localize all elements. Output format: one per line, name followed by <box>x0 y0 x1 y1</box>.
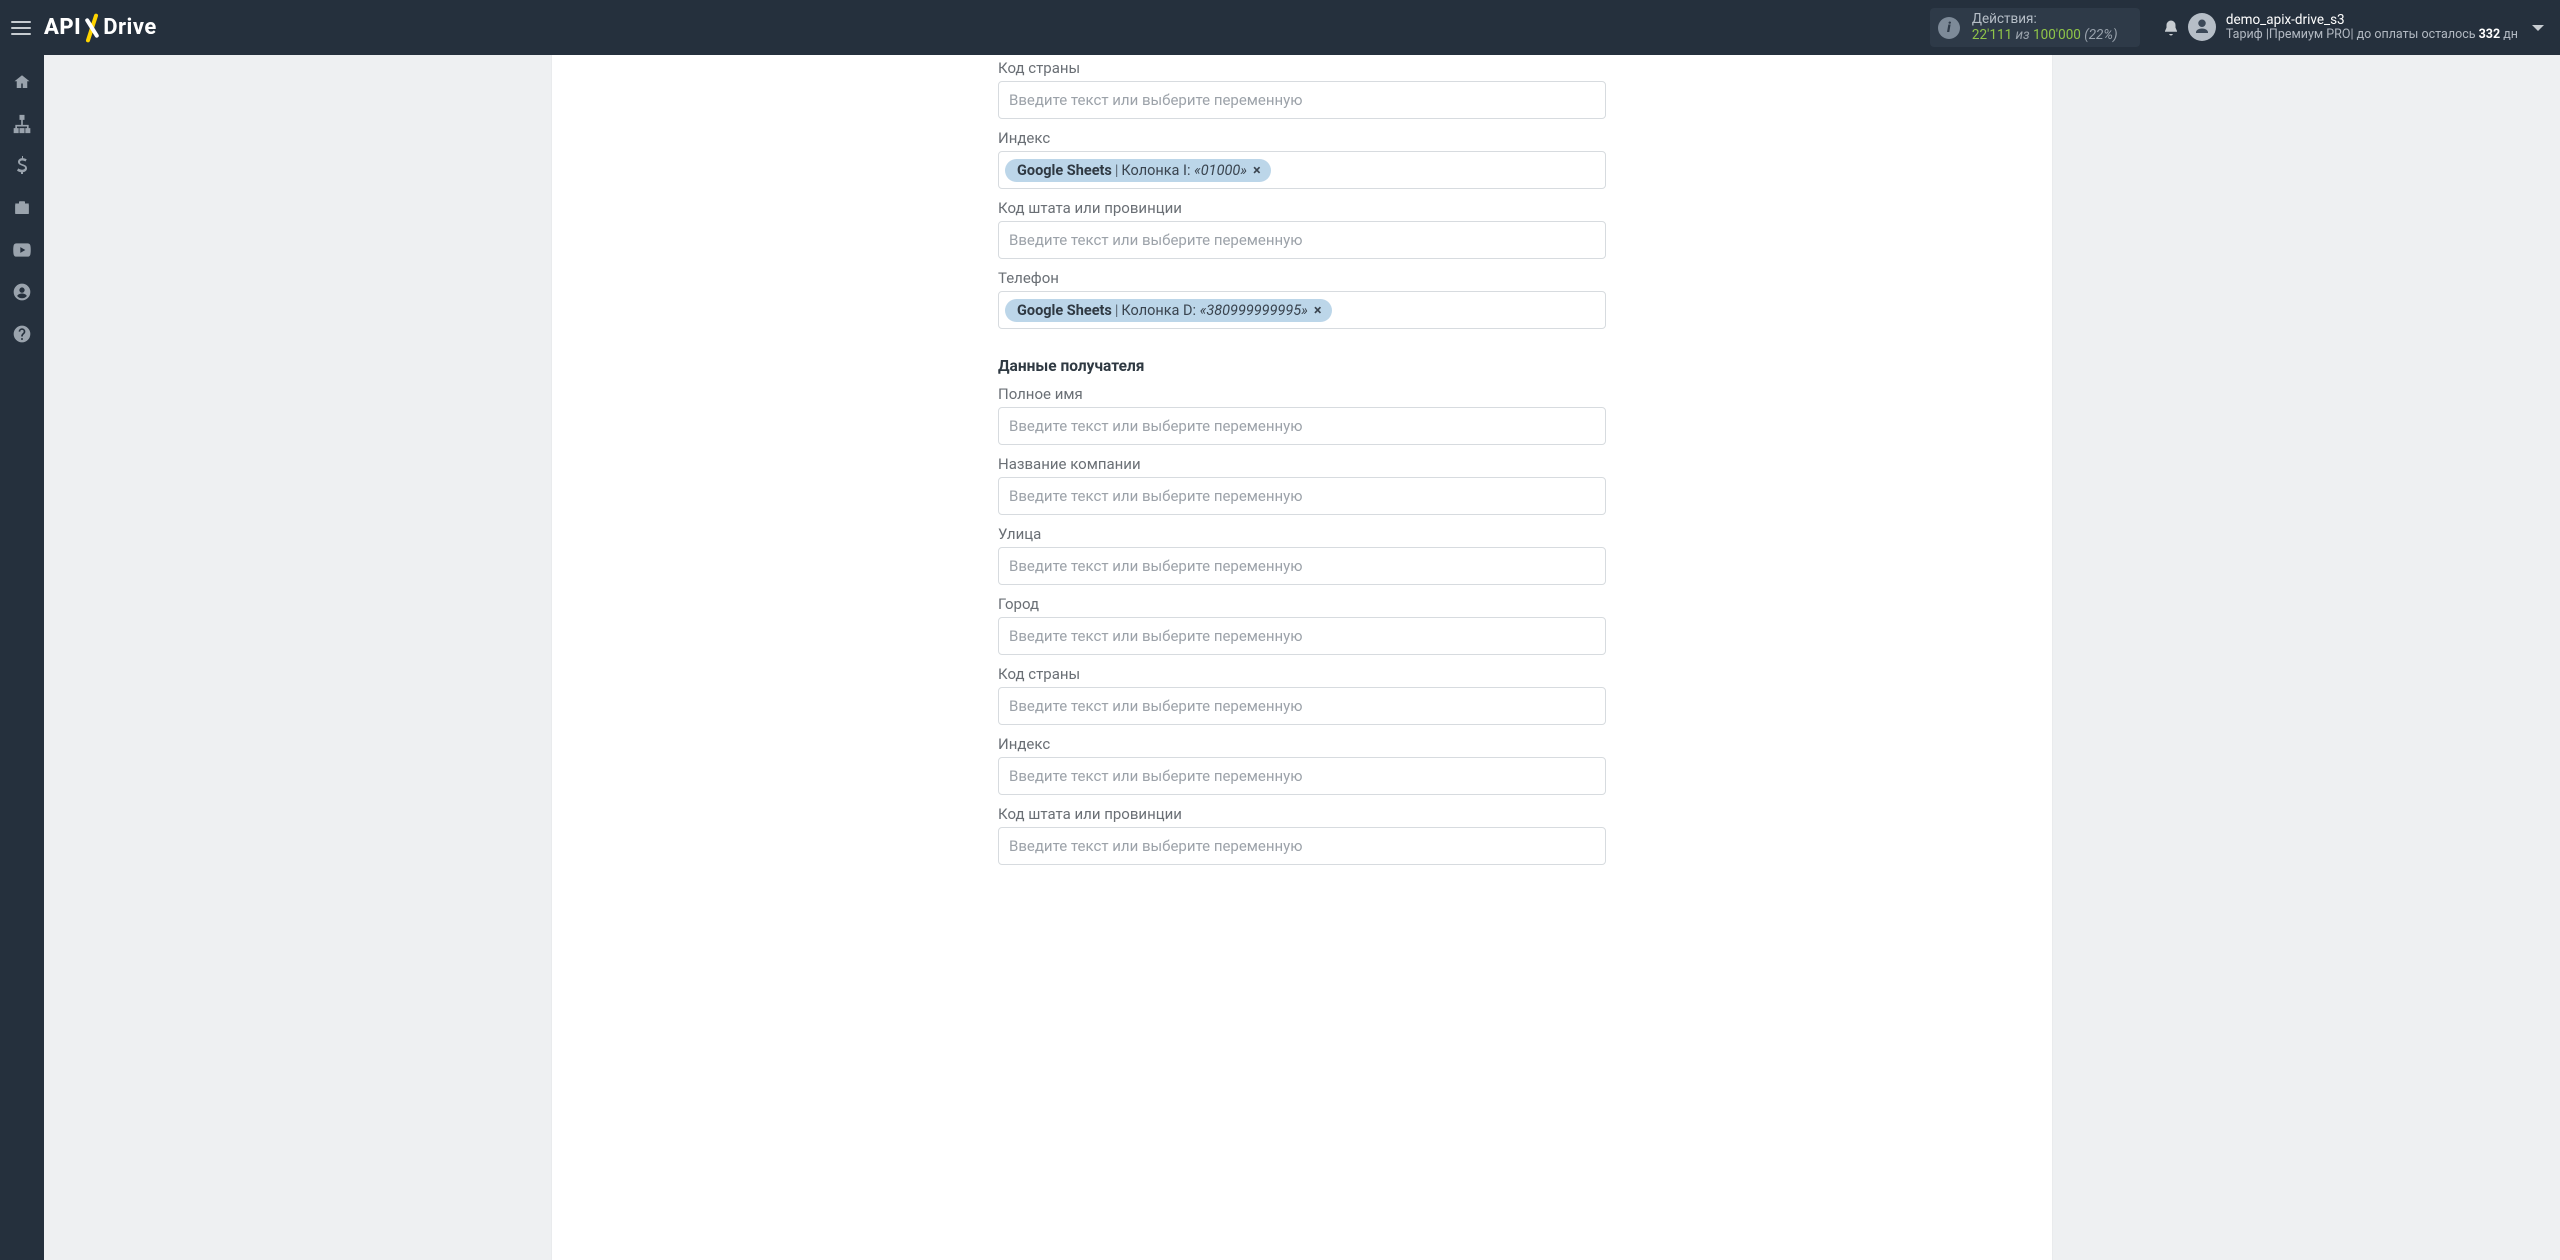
placeholder: Введите текст или выберите переменную <box>1005 767 1303 785</box>
label-sender-state: Код штата или провинции <box>998 199 1606 217</box>
logo-text-drive: Drive <box>103 15 157 40</box>
form-card: Код страны Введите текст или выберите пе… <box>552 55 2052 1260</box>
actions-label: Действия: <box>1972 12 2118 28</box>
user-icon <box>2193 18 2211 36</box>
briefcase-icon <box>13 199 31 217</box>
input-recipient-company[interactable]: Введите текст или выберите переменную <box>998 477 1606 515</box>
label-recipient-street: Улица <box>998 525 1606 543</box>
section-recipient-title: Данные получателя <box>998 357 1606 375</box>
youtube-icon <box>12 242 32 258</box>
actions-used: 22'111 <box>1972 27 2012 43</box>
input-recipient-state[interactable]: Введите текст или выберите переменную <box>998 827 1606 865</box>
label-recipient-country-code: Код страны <box>998 665 1606 683</box>
input-sender-index[interactable]: Google Sheets | Колонка I: «01000» × <box>998 151 1606 189</box>
user-menu[interactable]: demo_apix-drive_s3 Тариф |Премиум PRO| д… <box>2188 13 2518 43</box>
logo-x-icon <box>79 15 105 41</box>
input-recipient-full-name[interactable]: Введите текст или выберите переменную <box>998 407 1606 445</box>
avatar <box>2188 13 2216 41</box>
user-text: demo_apix-drive_s3 Тариф |Премиум PRO| д… <box>2226 13 2518 43</box>
label-sender-index: Индекс <box>998 129 1606 147</box>
chip-remove[interactable]: × <box>1253 162 1261 179</box>
chevron-down-icon <box>2532 25 2544 31</box>
chip-column: Колонка I: <box>1121 162 1190 179</box>
label-sender-phone: Телефон <box>998 269 1606 287</box>
label-recipient-state: Код штата или провинции <box>998 805 1606 823</box>
nav-connections[interactable] <box>0 103 44 145</box>
app-header: API Drive i Действия: 22'111 из 100'000 … <box>0 0 2560 55</box>
hamburger-icon <box>11 21 31 35</box>
placeholder: Введите текст или выберите переменную <box>1005 417 1303 435</box>
actions-pct: (22%) <box>2081 27 2118 43</box>
input-recipient-index[interactable]: Введите текст или выберите переменную <box>998 757 1606 795</box>
placeholder: Введите текст или выберите переменную <box>1005 557 1303 575</box>
actions-usage-box[interactable]: i Действия: 22'111 из 100'000 (22%) <box>1930 8 2140 47</box>
bell-icon <box>2162 19 2180 37</box>
home-icon <box>13 73 31 91</box>
label-recipient-full-name: Полное имя <box>998 385 1606 403</box>
content-area: Код страны Введите текст или выберите пе… <box>44 55 2560 1260</box>
user-circle-icon <box>12 282 32 302</box>
chip-value: «01000» <box>1194 162 1247 179</box>
input-sender-state[interactable]: Введите текст или выберите переменную <box>998 221 1606 259</box>
placeholder: Введите текст или выберите переменную <box>1005 231 1303 249</box>
input-sender-phone[interactable]: Google Sheets | Колонка D: «380999999995… <box>998 291 1606 329</box>
nav-home[interactable] <box>0 61 44 103</box>
help-icon <box>12 324 32 344</box>
info-icon: i <box>1938 17 1960 39</box>
sitemap-icon <box>12 114 32 134</box>
chip-remove[interactable]: × <box>1314 302 1322 319</box>
placeholder: Введите текст или выберите переменную <box>1005 837 1303 855</box>
input-sender-country-code[interactable]: Введите текст или выберите переменную <box>998 81 1606 119</box>
placeholder: Введите текст или выберите переменную <box>1005 697 1303 715</box>
nav-account[interactable] <box>0 271 44 313</box>
dollar-icon <box>15 156 29 176</box>
label-recipient-company: Название компании <box>998 455 1606 473</box>
user-menu-toggle[interactable] <box>2518 25 2548 31</box>
chip-column: Колонка D: <box>1121 302 1196 319</box>
input-recipient-street[interactable]: Введите текст или выберите переменную <box>998 547 1606 585</box>
label-recipient-index: Индекс <box>998 735 1606 753</box>
user-name: demo_apix-drive_s3 <box>2226 13 2518 29</box>
placeholder: Введите текст или выберите переменную <box>1005 487 1303 505</box>
logo-text-api: API <box>44 15 81 40</box>
side-nav <box>0 55 44 1260</box>
input-recipient-country-code[interactable]: Введите текст или выберите переменную <box>998 687 1606 725</box>
input-recipient-city[interactable]: Введите текст или выберите переменную <box>998 617 1606 655</box>
chip-sender-phone: Google Sheets | Колонка D: «380999999995… <box>1005 299 1332 322</box>
nav-youtube[interactable] <box>0 229 44 271</box>
user-tariff: Тариф |Премиум PRO| до оплаты осталось 3… <box>2226 28 2518 42</box>
nav-briefcase[interactable] <box>0 187 44 229</box>
placeholder: Введите текст или выберите переменную <box>1005 91 1303 109</box>
brand-logo[interactable]: API Drive <box>44 15 157 41</box>
actions-limit: 100'000 <box>2033 27 2081 43</box>
actions-text: Действия: 22'111 из 100'000 (22%) <box>1972 12 2118 43</box>
label-recipient-city: Город <box>998 595 1606 613</box>
placeholder: Введите текст или выберите переменную <box>1005 627 1303 645</box>
chip-source: Google Sheets <box>1017 302 1112 319</box>
nav-help[interactable] <box>0 313 44 355</box>
label-sender-country-code: Код страны <box>998 59 1606 77</box>
notifications-button[interactable] <box>2154 11 2188 45</box>
actions-of: из <box>2012 27 2033 43</box>
chip-sender-index: Google Sheets | Колонка I: «01000» × <box>1005 159 1271 182</box>
nav-billing[interactable] <box>0 145 44 187</box>
menu-button[interactable] <box>4 11 38 45</box>
chip-value: «380999999995» <box>1200 302 1308 319</box>
chip-source: Google Sheets <box>1017 162 1112 179</box>
